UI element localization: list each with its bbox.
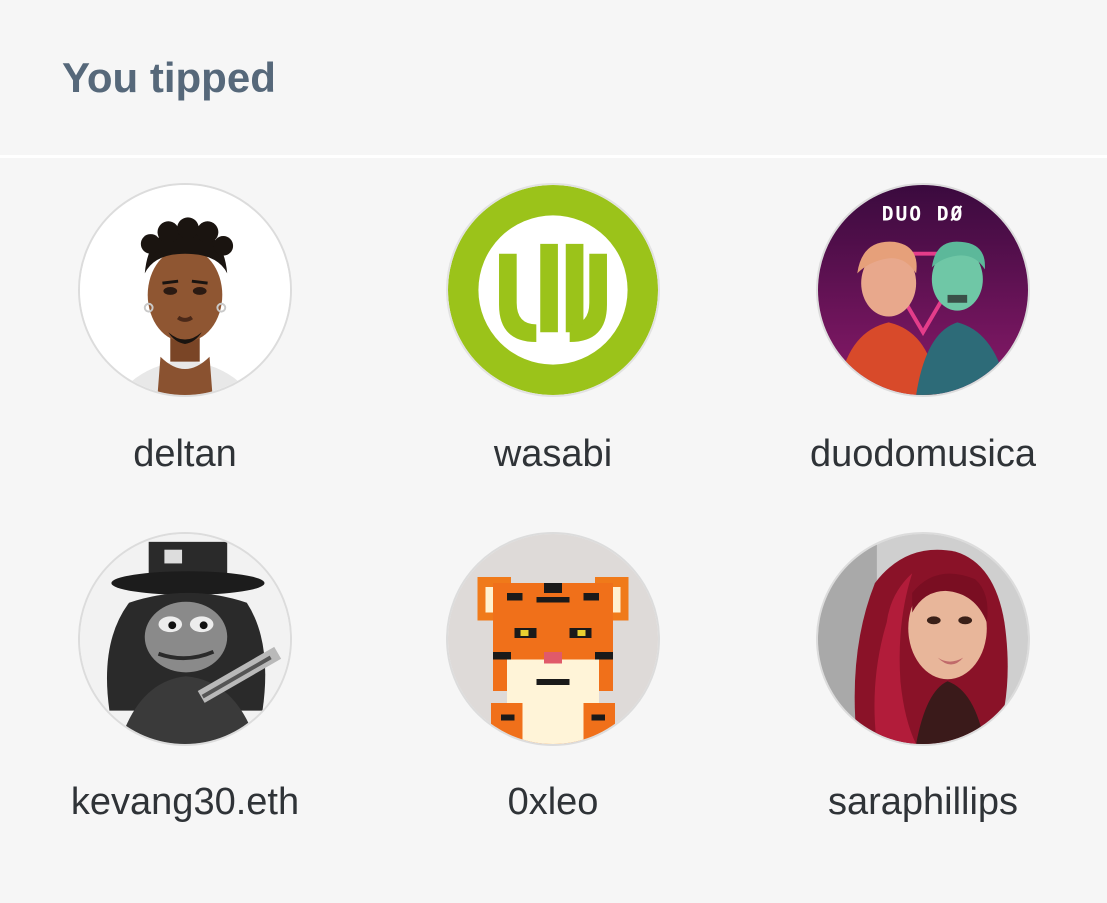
user-name[interactable]: kevang30.eth bbox=[25, 779, 345, 825]
section-header: You tipped bbox=[0, 0, 1107, 155]
avatar[interactable] bbox=[446, 183, 660, 397]
user-name[interactable]: saraphillips bbox=[763, 779, 1083, 825]
avatar[interactable] bbox=[816, 532, 1030, 746]
avatar[interactable] bbox=[78, 183, 292, 397]
wasabi-logo-icon bbox=[448, 185, 658, 395]
avatar[interactable] bbox=[446, 532, 660, 746]
user-tile-saraphillips[interactable]: saraphillips bbox=[763, 532, 1083, 852]
user-tile-0xleo[interactable]: 0xleo bbox=[393, 532, 713, 852]
user-name[interactable]: 0xleo bbox=[393, 779, 713, 825]
avatar[interactable]: DUO DØ bbox=[816, 183, 1030, 397]
pixel-tiger-avatar-icon bbox=[448, 534, 658, 744]
user-tile-duodomusica[interactable]: DUO DØ duodomusica bbox=[763, 183, 1083, 503]
red-hair-woman-avatar-icon bbox=[818, 534, 1028, 744]
album-text: DUO DØ bbox=[882, 202, 965, 225]
frog-rocker-avatar-icon bbox=[80, 534, 290, 744]
user-tile-wasabi[interactable]: wasabi bbox=[393, 183, 713, 503]
divider bbox=[0, 155, 1107, 158]
avatar[interactable] bbox=[78, 532, 292, 746]
duo-do-album-avatar-icon: DUO DØ bbox=[818, 185, 1028, 395]
user-name[interactable]: wasabi bbox=[393, 431, 713, 477]
user-tile-deltan[interactable]: deltan bbox=[25, 183, 345, 503]
user-tile-kevang30[interactable]: kevang30.eth bbox=[25, 532, 345, 852]
cartoon-man-avatar-icon bbox=[80, 185, 290, 395]
user-name[interactable]: duodomusica bbox=[763, 431, 1083, 477]
user-name[interactable]: deltan bbox=[25, 431, 345, 477]
section-title: You tipped bbox=[62, 54, 276, 101]
